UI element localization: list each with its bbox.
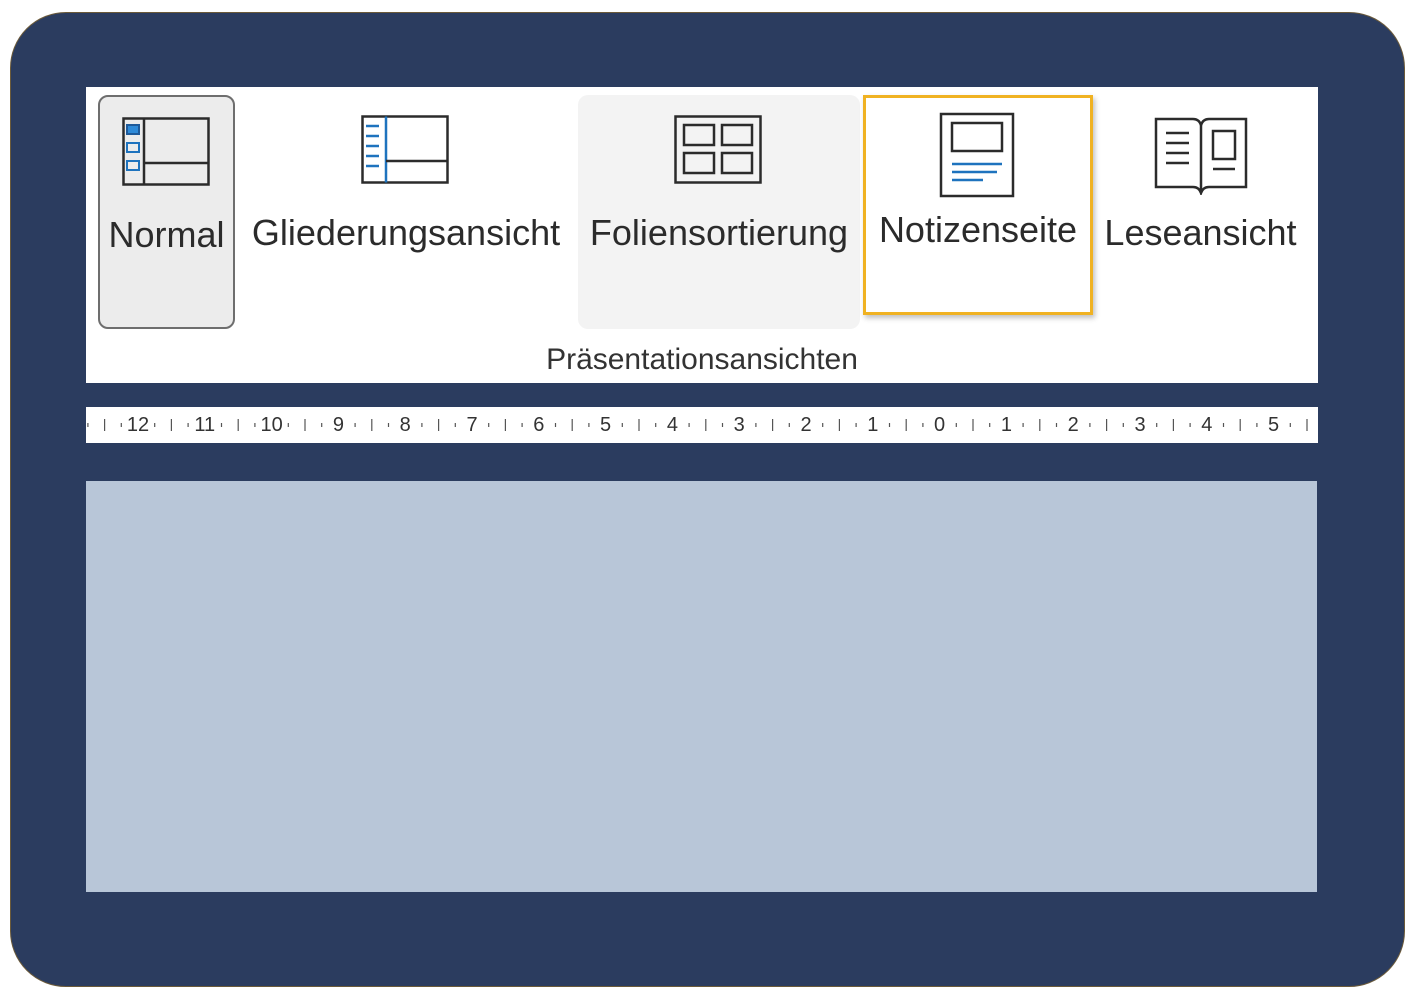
notes-page-label: Notizenseite	[878, 209, 1078, 250]
ruler-tick-label: 5	[600, 414, 612, 436]
ruler-tick-label: 12	[126, 414, 150, 436]
ribbon-presentation-views: Normal Gliederungsansicht Foliensortieru…	[86, 87, 1318, 383]
slide-sorter-icon	[674, 115, 764, 193]
ruler-tick-label: 6	[533, 414, 545, 436]
ruler-tick-label: 1	[867, 414, 879, 436]
ruler-tick-label: 3	[733, 414, 745, 436]
ruler-tick-label: 0	[934, 414, 946, 436]
group-label: Präsentationsansichten	[546, 343, 858, 376]
slide-sorter-label: Foliensortierung	[589, 212, 849, 253]
ruler-tick-label: 5	[1268, 414, 1280, 436]
normal-view-button[interactable]: Normal	[98, 95, 235, 329]
ruler-tick-label: 7	[466, 414, 478, 436]
outline-view-button[interactable]: Gliederungsansicht	[246, 95, 566, 329]
ruler-tick-label: 9	[332, 414, 344, 436]
horizontal-ruler[interactable]: 12 11 10 9 8 7 6 5 4 3 2 1 0 1 2 3 4 5	[86, 407, 1318, 443]
ruler-tick-label: 8	[399, 414, 411, 436]
reading-view-button[interactable]: Leseansicht	[1103, 95, 1298, 329]
outline-view-icon	[361, 115, 451, 193]
ruler-tick-label: 11	[194, 414, 216, 436]
ruler-tick-label: 3	[1134, 414, 1146, 436]
ruler-tick-label: 2	[800, 414, 812, 436]
ruler-tick-label: 2	[1067, 414, 1079, 436]
reading-view-label: Leseansicht	[1104, 212, 1297, 253]
slide-sorter-button[interactable]: Foliensortierung	[578, 95, 860, 329]
outline-view-label: Gliederungsansicht	[251, 212, 561, 253]
ruler-tick-label: 10	[260, 414, 283, 436]
notes-page-icon	[939, 112, 1017, 198]
ruler-tick-label: 1	[1000, 414, 1012, 436]
notes-page-button[interactable]: Notizenseite	[863, 95, 1093, 315]
ruler-tick-label: 4	[1201, 414, 1213, 436]
reading-view-icon	[1153, 115, 1249, 195]
slide-canvas[interactable]	[86, 481, 1317, 892]
normal-view-label: Normal	[108, 214, 225, 255]
normal-view-icon	[121, 117, 212, 195]
ruler-tick-label: 4	[666, 414, 678, 436]
